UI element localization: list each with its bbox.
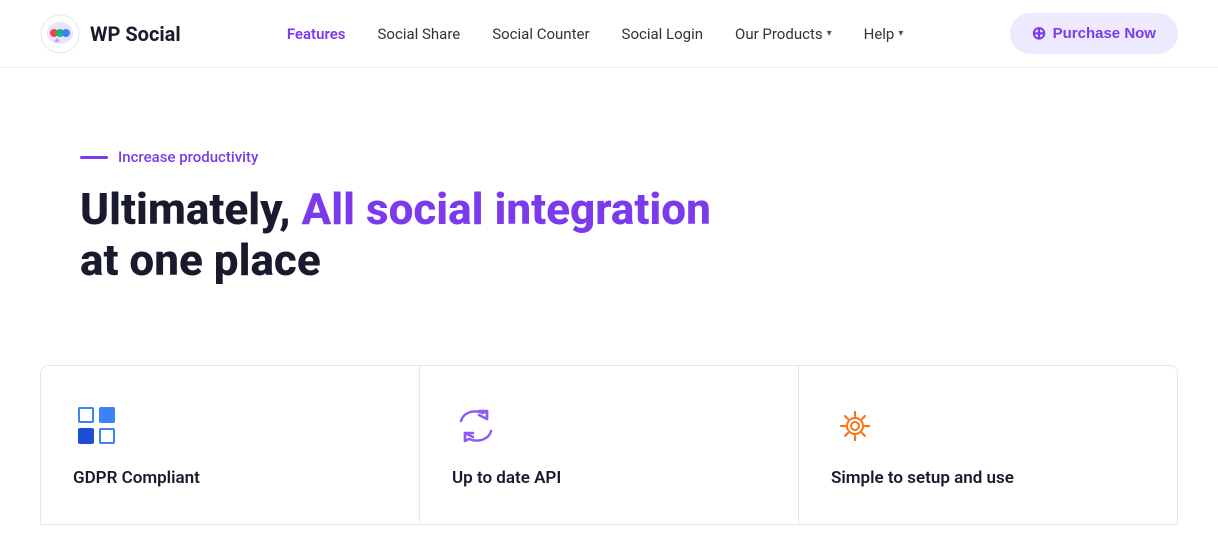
purchase-button-label: Purchase Now	[1053, 25, 1156, 42]
api-icon	[452, 402, 500, 450]
help-dropdown-arrow: ▾	[898, 28, 903, 39]
hero-section: Increase productivity Ultimately, All so…	[0, 68, 1218, 325]
nav-our-products[interactable]: Our Products ▾	[735, 25, 832, 43]
gdpr-label: GDPR Compliant	[73, 468, 387, 488]
tagline-line-decoration	[80, 156, 108, 159]
nav-features[interactable]: Features	[287, 25, 346, 43]
tagline-text: Increase productivity	[118, 148, 258, 166]
gdpr-card: GDPR Compliant	[40, 365, 420, 525]
main-nav: Features Social Share Social Counter Soc…	[287, 25, 904, 43]
purchase-plus-icon: ⊕	[1032, 23, 1047, 44]
nav-social-login[interactable]: Social Login	[622, 25, 703, 43]
hero-title-highlight: All social integration	[302, 183, 711, 235]
hero-title-part1: Ultimately,	[80, 183, 302, 235]
products-dropdown-arrow: ▾	[827, 28, 832, 39]
logo-icon	[40, 14, 80, 54]
nav-social-counter[interactable]: Social Counter	[492, 25, 589, 43]
api-label: Up to date API	[452, 468, 766, 488]
feature-cards-section: GDPR Compliant Up to date API	[0, 365, 1218, 525]
gdpr-icon	[73, 402, 121, 450]
api-card: Up to date API	[420, 365, 799, 525]
header: WP Social Features Social Share Social C…	[0, 0, 1218, 68]
nav-social-share[interactable]: Social Share	[378, 25, 461, 43]
setup-label: Simple to setup and use	[831, 468, 1145, 488]
setup-gear-icon	[831, 402, 879, 450]
tagline-container: Increase productivity	[80, 148, 1138, 166]
setup-card: Simple to setup and use	[799, 365, 1178, 525]
purchase-now-button[interactable]: ⊕ Purchase Now	[1010, 13, 1178, 54]
hero-title: Ultimately, All social integration at on…	[80, 184, 760, 285]
hero-title-part2: at one place	[80, 234, 321, 286]
nav-help[interactable]: Help ▾	[864, 25, 904, 43]
logo-label: WP Social	[90, 22, 181, 46]
logo[interactable]: WP Social	[40, 14, 181, 54]
